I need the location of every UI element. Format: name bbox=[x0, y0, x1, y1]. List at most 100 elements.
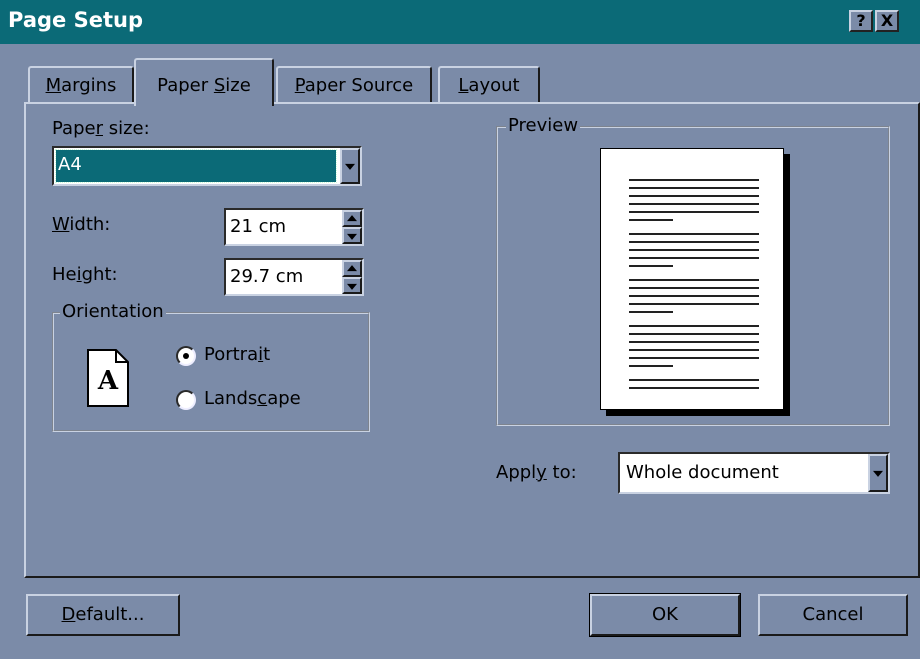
preview-text-line bbox=[629, 179, 759, 181]
portrait-label[interactable]: Portrait bbox=[204, 344, 270, 365]
apply-to-label-pre: Appl bbox=[496, 462, 537, 483]
preview-legend: Preview bbox=[506, 115, 581, 136]
paper-size-label-pre: Pape bbox=[52, 118, 96, 139]
landscape-label-rest: ape bbox=[267, 388, 301, 409]
default-button-label: efault... bbox=[75, 604, 145, 625]
landscape-radio[interactable] bbox=[176, 390, 196, 410]
ok-button-label: OK bbox=[652, 604, 678, 625]
cancel-button[interactable]: Cancel bbox=[758, 594, 908, 636]
tab-paper-source[interactable]: Paper Source bbox=[276, 66, 432, 104]
preview-page-sheet bbox=[600, 148, 784, 410]
width-spinner[interactable]: 21 cm bbox=[224, 208, 364, 246]
preview-text-line bbox=[629, 195, 759, 197]
arrow-down-icon bbox=[347, 233, 357, 240]
tab-margins-accel: M bbox=[45, 75, 62, 96]
paper-size-label-accel: r bbox=[95, 118, 103, 139]
preview-text-line bbox=[629, 365, 673, 367]
portrait-radio[interactable] bbox=[176, 346, 196, 366]
preview-text-line bbox=[629, 341, 759, 343]
help-icon: ? bbox=[856, 11, 866, 30]
preview-text-line bbox=[629, 203, 759, 205]
apply-to-value: Whole document bbox=[626, 462, 779, 483]
height-spin-down[interactable] bbox=[342, 277, 362, 294]
height-label-rest: ght: bbox=[81, 264, 118, 285]
preview-text-line bbox=[629, 265, 673, 267]
cancel-button-label: Cancel bbox=[802, 604, 864, 625]
apply-to-select[interactable]: Whole document bbox=[618, 452, 890, 494]
landscape-label-pre: Lands bbox=[204, 388, 258, 409]
tab-layout-label: ayout bbox=[468, 75, 520, 96]
tab-paper-size-label-pre: Paper bbox=[157, 75, 214, 96]
preview-text-line bbox=[629, 311, 673, 313]
apply-to-label: Apply to: bbox=[496, 462, 577, 483]
tab-paper-source-label: aper Source bbox=[304, 75, 414, 96]
preview-text-line bbox=[629, 295, 759, 297]
portrait-label-pre: Portra bbox=[204, 344, 259, 365]
tab-layout-accel: L bbox=[458, 75, 469, 96]
preview-text-line bbox=[629, 333, 759, 335]
paper-size-label: Paper size: bbox=[52, 118, 150, 139]
tab-paper-size-accel: S bbox=[213, 75, 226, 96]
chevron-down-icon bbox=[873, 470, 883, 477]
tab-layout[interactable]: Layout bbox=[438, 66, 540, 104]
preview-text-line bbox=[629, 303, 759, 305]
tab-margins-label: argins bbox=[61, 75, 117, 96]
chevron-down-icon bbox=[345, 163, 355, 170]
tab-margins[interactable]: Margins bbox=[28, 66, 134, 104]
preview-text-line bbox=[629, 357, 759, 359]
preview-text-line bbox=[629, 279, 759, 281]
preview-text-line bbox=[629, 211, 759, 213]
page-icon-letter: A bbox=[97, 366, 119, 396]
height-label: Height: bbox=[52, 264, 118, 285]
paper-size-select[interactable]: A4 bbox=[52, 146, 362, 186]
width-label-accel: W bbox=[52, 214, 70, 235]
window-title: Page Setup bbox=[8, 8, 143, 32]
width-spin-up[interactable] bbox=[342, 210, 362, 227]
preview-text-line bbox=[629, 187, 759, 189]
paper-size-label-rest: size: bbox=[102, 118, 150, 139]
preview-text-line bbox=[629, 287, 759, 289]
portrait-label-rest: t bbox=[263, 344, 271, 365]
close-icon: X bbox=[880, 11, 894, 30]
preview-text-line bbox=[629, 325, 759, 327]
preview-text-line bbox=[629, 349, 759, 351]
paper-size-dropdown-button[interactable] bbox=[340, 148, 360, 184]
preview-text-line bbox=[629, 257, 759, 259]
width-value[interactable]: 21 cm bbox=[230, 216, 286, 237]
preview-page bbox=[600, 148, 790, 416]
preview-text-line bbox=[629, 241, 759, 243]
landscape-label[interactable]: Landscape bbox=[204, 388, 301, 409]
close-button[interactable]: X bbox=[875, 10, 899, 32]
width-spin-down[interactable] bbox=[342, 227, 362, 244]
preview-text-line bbox=[629, 249, 759, 251]
default-button-accel: D bbox=[61, 604, 76, 625]
apply-to-label-rest: to: bbox=[546, 462, 577, 483]
paper-size-value: A4 bbox=[55, 149, 337, 183]
ok-button[interactable]: OK bbox=[589, 593, 741, 637]
help-button[interactable]: ? bbox=[849, 10, 873, 32]
preview-text-line bbox=[629, 387, 759, 389]
default-button[interactable]: Default... bbox=[26, 594, 180, 636]
height-label-pre: He bbox=[52, 264, 77, 285]
height-value[interactable]: 29.7 cm bbox=[230, 266, 303, 287]
arrow-down-icon bbox=[347, 283, 357, 290]
arrow-up-icon bbox=[347, 214, 357, 221]
orientation-group: Orientation A Portrait Landscape bbox=[52, 301, 370, 432]
landscape-label-accel: c bbox=[257, 388, 268, 409]
height-spin-up[interactable] bbox=[342, 260, 362, 277]
preview-text-line bbox=[629, 219, 673, 221]
preview-group: Preview bbox=[496, 115, 890, 426]
apply-to-label-accel: y bbox=[536, 462, 547, 483]
height-spinner[interactable]: 29.7 cm bbox=[224, 258, 364, 296]
tab-paper-size[interactable]: Paper Size bbox=[134, 58, 274, 106]
arrow-up-icon bbox=[347, 264, 357, 271]
preview-text-line bbox=[629, 379, 759, 381]
tab-paper-source-accel: P bbox=[294, 75, 305, 96]
width-label-rest: idth: bbox=[69, 214, 111, 235]
apply-to-dropdown-button[interactable] bbox=[868, 454, 888, 492]
radio-dot bbox=[183, 353, 189, 359]
tab-paper-size-label: ize bbox=[225, 75, 251, 96]
preview-text-line bbox=[629, 233, 759, 235]
width-label: Width: bbox=[52, 214, 110, 235]
orientation-legend: Orientation bbox=[60, 301, 166, 322]
